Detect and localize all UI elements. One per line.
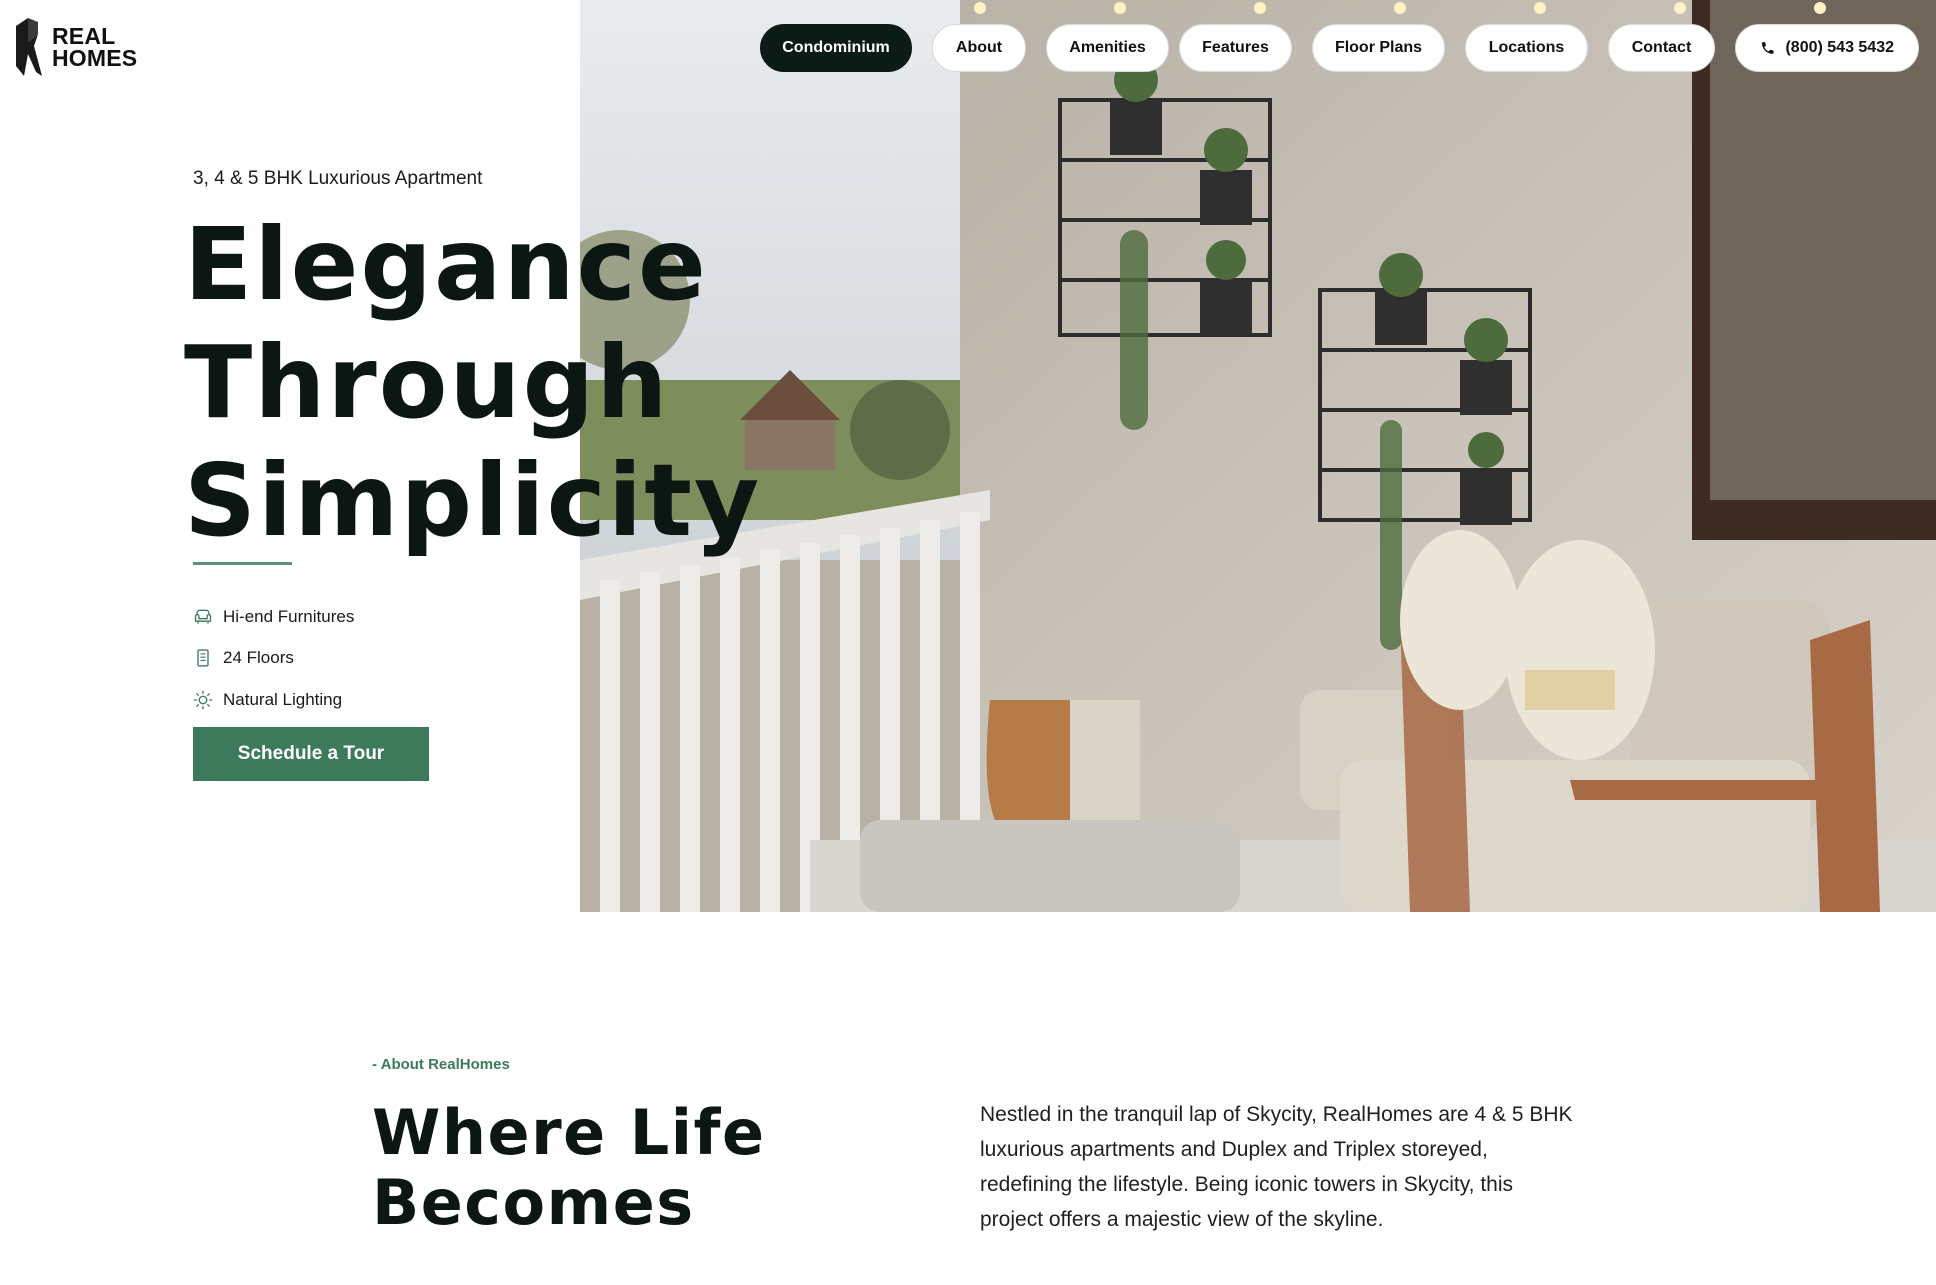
- sun-icon: [193, 690, 213, 710]
- feature-item: 24 Floors: [193, 638, 354, 680]
- nav-item-about[interactable]: About: [932, 24, 1026, 72]
- about-title-line-2: Becomes: [372, 1166, 695, 1239]
- brand-line-2: HOMES: [52, 45, 138, 71]
- nav-item-locations[interactable]: Locations: [1465, 24, 1588, 72]
- phone-button[interactable]: (800) 543 5432: [1735, 24, 1919, 72]
- balcony-illustration: [580, 0, 1936, 912]
- about-kicker: - About RealHomes: [372, 1056, 510, 1073]
- about-title-line-1: Where Life: [372, 1096, 766, 1169]
- nav-item-condominium[interactable]: Condominium: [760, 24, 912, 72]
- logo-mark-icon: [16, 18, 42, 76]
- nav-item-contact[interactable]: Contact: [1608, 24, 1715, 72]
- feature-label: Natural Lighting: [223, 689, 343, 709]
- feature-item: Natural Lighting: [193, 679, 354, 721]
- hero-title-line-1: Elegance: [184, 206, 708, 323]
- about-title: Where Life Becomes: [372, 1098, 766, 1238]
- hero-eyebrow: 3, 4 & 5 BHK Luxurious Apartment: [193, 168, 483, 189]
- hero-title: Elegance Through Simplicity: [184, 206, 761, 560]
- brand-wordmark: REAL HOMES: [52, 23, 138, 71]
- about-description: Nestled in the tranquil lap of Skycity, …: [980, 1103, 1573, 1231]
- armchair-icon: [194, 609, 212, 624]
- top-nav: Condominium About Amenities Features Flo…: [760, 24, 1919, 72]
- brand-logo[interactable]: REAL HOMES: [14, 16, 137, 78]
- schedule-tour-button[interactable]: Schedule a Tour: [193, 727, 429, 781]
- hero-title-line-3: Simplicity: [184, 442, 762, 559]
- nav-item-floor-plans[interactable]: Floor Plans: [1312, 24, 1445, 72]
- feature-item: Hi-end Furnitures: [193, 596, 354, 638]
- feature-label: 24 Floors: [223, 648, 294, 668]
- hero-features-list: Hi-end Furnitures 24 Floors Natural Ligh…: [193, 596, 354, 721]
- nav-item-amenities[interactable]: Amenities: [1046, 24, 1169, 72]
- hero-image: [580, 0, 1936, 912]
- brand-line-1: REAL: [52, 23, 116, 49]
- phone-number: (800) 543 5432: [1785, 39, 1894, 56]
- hero-title-line-2: Through: [184, 324, 670, 441]
- nav-item-features[interactable]: Features: [1179, 24, 1292, 72]
- title-divider: [193, 562, 292, 565]
- feature-label: Hi-end Furnitures: [223, 606, 355, 626]
- building-icon: [197, 649, 209, 667]
- phone-icon: [1761, 42, 1774, 54]
